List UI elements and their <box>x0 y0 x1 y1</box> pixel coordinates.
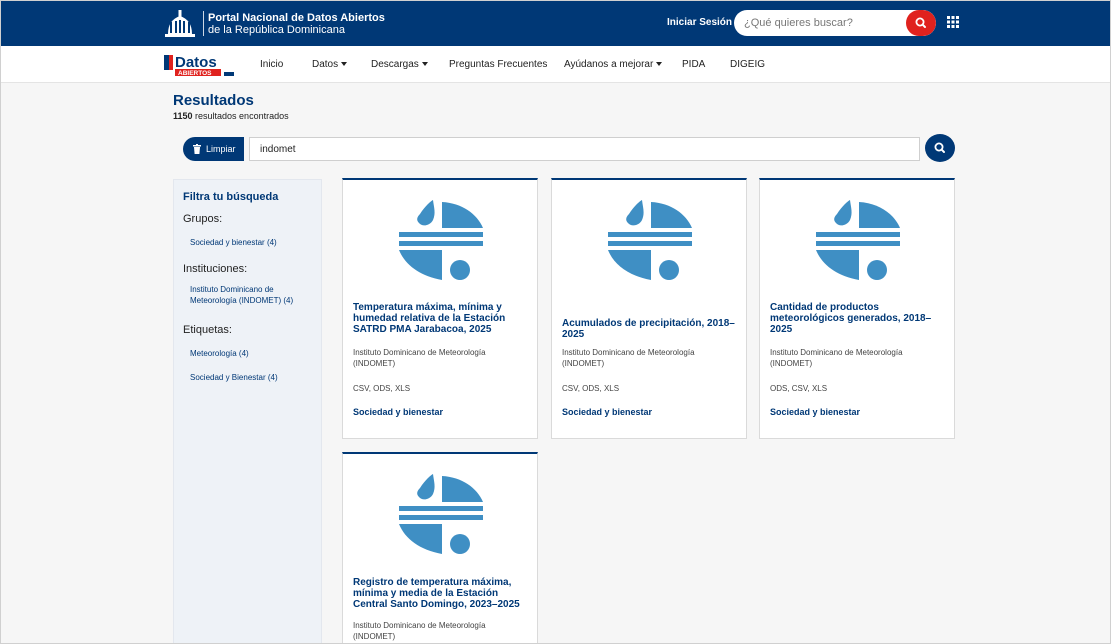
top-search-box <box>734 10 936 36</box>
nav-ayudanos-label: Ayúdanos a mejorar <box>564 59 654 70</box>
top-bar: Portal Nacional de Datos Abiertos de la … <box>1 1 1110 46</box>
results-count-suffix: resultados encontrados <box>192 111 289 121</box>
top-search-button[interactable] <box>906 10 936 36</box>
dataset-institution: Instituto Dominicano de Meteorología (IN… <box>353 348 486 368</box>
dataset-title[interactable]: Cantidad de productos meteorológicos gen… <box>770 302 948 335</box>
query-input[interactable] <box>249 137 920 161</box>
dataset-card[interactable]: Cantidad de productos meteorológicos gen… <box>759 178 955 439</box>
filter-group-sociedad[interactable]: Sociedad y bienestar (4) <box>190 237 277 248</box>
dataset-title[interactable]: Acumulados de precipitación, 2018–2025 <box>562 318 740 340</box>
header-divider <box>203 11 204 36</box>
nav-descargas-label: Descargas <box>371 59 419 70</box>
dataset-group[interactable]: Sociedad y bienestar <box>353 407 443 417</box>
dataset-card[interactable]: Temperatura máxima, mínima y humedad rel… <box>342 178 538 439</box>
results-count: 1150 resultados encontrados <box>173 111 289 121</box>
nav-inicio[interactable]: Inicio <box>260 59 283 70</box>
datos-abiertos-logo[interactable]: Datos ABIERTOS <box>164 52 240 78</box>
indomet-logo-icon <box>816 200 900 280</box>
trash-icon <box>193 144 201 154</box>
nav-datos-label: Datos <box>312 59 339 70</box>
login-button[interactable]: Iniciar Sesión <box>667 17 732 28</box>
dataset-card[interactable]: Acumulados de precipitación, 2018–2025 I… <box>551 178 747 439</box>
dataset-formats: CSV, ODS, XLS <box>353 384 411 393</box>
groups-heading: Grupos: <box>183 213 223 225</box>
dataset-title[interactable]: Registro de temperatura máxima, mínima y… <box>353 577 531 610</box>
dataset-formats: CSV, ODS, XLS <box>562 384 620 393</box>
nav-pida[interactable]: PIDA <box>682 59 705 70</box>
dataset-institution: Instituto Dominicano de Meteorología (IN… <box>353 621 486 641</box>
nav-preguntas-frecuentes[interactable]: Preguntas Frecuentes <box>449 59 547 70</box>
nav-descargas[interactable]: Descargas <box>371 59 428 70</box>
dataset-formats: ODS, CSV, XLS <box>770 384 828 393</box>
query-search-button[interactable] <box>925 134 955 162</box>
dataset-title[interactable]: Temperatura máxima, mínima y humedad rel… <box>353 302 531 335</box>
portal-title[interactable]: Portal Nacional de Datos Abiertos <box>208 12 385 24</box>
filter-institution-indomet[interactable]: Instituto Dominicano de Meteorología (IN… <box>190 284 318 306</box>
main-nav: Datos ABIERTOS Inicio Datos Descargas Pr… <box>1 46 1110 83</box>
logo-sub-text: ABIERTOS <box>178 70 212 77</box>
tags-heading: Etiquetas: <box>183 324 232 336</box>
caret-down-icon <box>341 62 348 67</box>
clear-button-label: Limpiar <box>206 144 236 154</box>
filter-tag-meteorologia[interactable]: Meteorología (4) <box>190 348 249 359</box>
dataset-institution: Instituto Dominicano de Meteorología (IN… <box>770 348 903 368</box>
national-seal-icon[interactable] <box>164 8 196 38</box>
search-icon <box>934 142 945 153</box>
filter-sidebar: Filtra tu búsqueda Grupos: Sociedad y bi… <box>173 179 322 643</box>
filter-title: Filtra tu búsqueda <box>183 191 279 203</box>
apps-grid-icon[interactable] <box>947 16 959 28</box>
indomet-logo-icon <box>399 474 483 554</box>
top-search-input[interactable] <box>744 10 894 36</box>
institutions-heading: Instituciones: <box>183 263 248 275</box>
indomet-logo-icon <box>608 200 692 280</box>
dataset-institution: Instituto Dominicano de Meteorología (IN… <box>562 348 695 368</box>
indomet-logo-icon <box>399 200 483 280</box>
filter-tag-sociedad[interactable]: Sociedad y Bienestar (4) <box>190 372 278 383</box>
portal-subtitle[interactable]: de la República Dominicana <box>208 24 345 36</box>
nav-digeig[interactable]: DIGEIG <box>730 59 765 70</box>
logo-main-text: Datos <box>175 54 217 71</box>
results-count-number: 1150 <box>173 111 193 121</box>
clear-button[interactable]: Limpiar <box>183 137 244 161</box>
dataset-group[interactable]: Sociedad y bienestar <box>770 407 860 417</box>
nav-ayudanos[interactable]: Ayúdanos a mejorar <box>564 59 663 70</box>
caret-down-icon <box>421 62 428 67</box>
page: Portal Nacional de Datos Abiertos de la … <box>0 0 1111 644</box>
nav-datos[interactable]: Datos <box>312 59 348 70</box>
search-icon <box>915 17 926 28</box>
dataset-card[interactable]: Registro de temperatura máxima, mínima y… <box>342 452 538 643</box>
caret-down-icon <box>656 62 663 67</box>
results-title: Resultados <box>173 92 254 109</box>
dataset-group[interactable]: Sociedad y bienestar <box>562 407 652 417</box>
